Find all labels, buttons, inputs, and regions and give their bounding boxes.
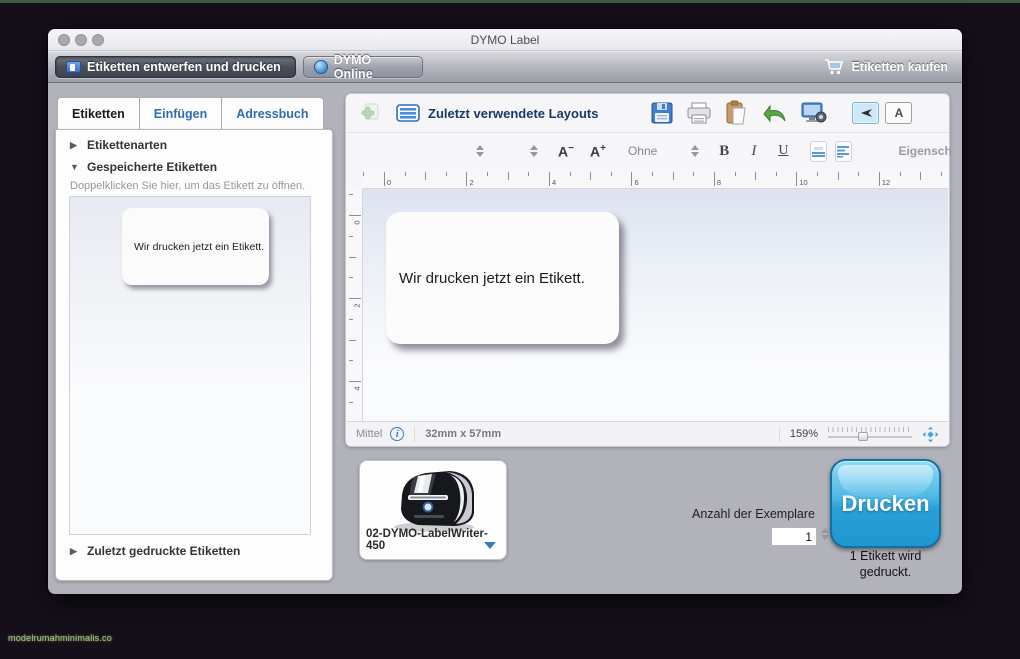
select-tool-button[interactable] bbox=[852, 102, 879, 124]
ruler-number: 12 bbox=[882, 178, 890, 187]
ruler-number: 4 bbox=[353, 386, 362, 390]
copies-stepper[interactable] bbox=[821, 528, 829, 540]
ruler-number: 4 bbox=[552, 178, 556, 187]
window-content: Etiketten Einfügen Adressbuch ▶ Etikette… bbox=[48, 83, 962, 594]
chevron-right-icon: ▶ bbox=[70, 546, 79, 557]
dymo-online-label: DYMO Online bbox=[334, 53, 412, 81]
ruler-number: 2 bbox=[353, 303, 362, 307]
tab-einfuegen[interactable]: Einfügen bbox=[139, 97, 221, 130]
text-tool-label: A bbox=[895, 106, 904, 120]
font-size-stepper[interactable] bbox=[530, 145, 538, 157]
divider bbox=[779, 427, 780, 442]
slider-track bbox=[828, 436, 912, 438]
buy-labels-button[interactable]: Etiketten kaufen bbox=[818, 56, 954, 78]
save-icon[interactable] bbox=[650, 101, 674, 125]
label-types-label: Etikettenarten bbox=[87, 138, 167, 152]
tab-etiketten[interactable]: Etiketten bbox=[57, 97, 139, 130]
bold-button[interactable]: B bbox=[719, 143, 729, 160]
sidebar-panel: ▶ Etikettenarten ▼ Gespeicherte Etikette… bbox=[55, 129, 333, 581]
new-label-icon[interactable] bbox=[358, 101, 382, 125]
sidebar-tabs: Etiketten Einfügen Adressbuch bbox=[57, 97, 324, 130]
recent-labels-label: Zuletzt gedruckte Etiketten bbox=[87, 544, 240, 558]
print-button-label: Drucken bbox=[841, 491, 929, 517]
print-button[interactable]: Drucken bbox=[830, 459, 941, 548]
title-bar: DYMO Label bbox=[48, 29, 962, 51]
slider-ticks bbox=[828, 427, 912, 432]
design-print-label: Etiketten entwerfen und drucken bbox=[87, 60, 281, 74]
capture-icon[interactable] bbox=[800, 101, 828, 125]
properties-button[interactable]: Eigensch bbox=[898, 144, 951, 158]
tab-adressbuch[interactable]: Adressbuch bbox=[221, 97, 323, 130]
copies-input[interactable] bbox=[771, 527, 817, 546]
editor-icon-toolbar: Zuletzt verwendete Layouts bbox=[346, 94, 949, 132]
ruler-number: 0 bbox=[387, 178, 391, 187]
saved-label-thumbnail[interactable]: Wir drucken jetzt ein Etikett. bbox=[122, 208, 269, 285]
shopping-cart-icon bbox=[824, 59, 844, 75]
pan-tool-icon[interactable] bbox=[922, 426, 939, 443]
editor-panel: Zuletzt verwendete Layouts bbox=[345, 93, 950, 447]
label-text: Wir drucken jetzt ein Etikett. bbox=[399, 270, 585, 287]
format-toolbar: A− A+ Ohne B I U bbox=[346, 132, 949, 169]
printer-dropdown-icon[interactable] bbox=[484, 542, 496, 549]
saved-labels-label: Gespeicherte Etiketten bbox=[87, 160, 217, 174]
chevron-right-icon: ▶ bbox=[70, 140, 79, 151]
info-icon[interactable]: i bbox=[390, 427, 404, 441]
zoom-slider[interactable] bbox=[828, 427, 912, 441]
globe-icon bbox=[314, 60, 328, 74]
cursor-arrow-icon bbox=[858, 106, 874, 120]
design-canvas[interactable]: Wir drucken jetzt ein Etikett. bbox=[363, 189, 948, 421]
ruler-number: 8 bbox=[717, 178, 721, 187]
main-toolbar: Etiketten entwerfen und drucken DYMO Onl… bbox=[48, 51, 962, 83]
saved-label-text: Wir drucken jetzt ein Etikett. bbox=[134, 241, 264, 253]
printer-photo bbox=[384, 465, 484, 533]
align-left-icon bbox=[836, 145, 851, 158]
ruler-number: 0 bbox=[353, 220, 362, 224]
print-icon[interactable] bbox=[686, 101, 712, 125]
quality-label: Mittel bbox=[356, 428, 382, 440]
horizontal-ruler: 0 2 4 6 8 10 12 bbox=[363, 169, 948, 189]
window-title: DYMO Label bbox=[48, 33, 962, 47]
border-style-select[interactable]: Ohne bbox=[628, 144, 657, 158]
chevron-down-icon: ▼ bbox=[70, 162, 79, 172]
divider bbox=[414, 427, 415, 442]
text-tool-button[interactable]: A bbox=[885, 102, 912, 124]
label-icon bbox=[66, 61, 81, 73]
italic-button[interactable]: I bbox=[751, 143, 756, 160]
zoom-level: 159% bbox=[790, 428, 818, 440]
design-print-button[interactable]: Etiketten entwerfen und drucken bbox=[55, 56, 296, 78]
saved-labels-list: Wir drucken jetzt ein Etikett. bbox=[69, 196, 311, 535]
increase-font-button[interactable]: A+ bbox=[590, 143, 606, 160]
section-saved-labels[interactable]: ▼ Gespeicherte Etiketten bbox=[56, 152, 332, 174]
section-recent-labels[interactable]: ▶ Zuletzt gedruckte Etiketten bbox=[56, 544, 332, 558]
editor-status-bar: Mittel i 32mm x 57mm 159% bbox=[346, 421, 949, 446]
label-on-canvas[interactable]: Wir drucken jetzt ein Etikett. bbox=[386, 212, 619, 344]
watermark: modelrumahminimalis.co bbox=[8, 633, 112, 643]
buy-labels-label: Etiketten kaufen bbox=[851, 60, 948, 74]
layouts-icon[interactable] bbox=[396, 104, 420, 122]
vertical-align-button[interactable] bbox=[810, 141, 827, 162]
print-status: 1 Etikett wird gedruckt. bbox=[808, 549, 963, 580]
dymo-label-window: DYMO Label Etiketten entwerfen und druck… bbox=[48, 29, 962, 594]
section-label-types[interactable]: ▶ Etikettenarten bbox=[56, 130, 332, 152]
decrease-font-button[interactable]: A− bbox=[558, 143, 574, 160]
dymo-online-button[interactable]: DYMO Online bbox=[303, 56, 423, 78]
font-family-stepper[interactable] bbox=[476, 145, 484, 157]
open-label-hint: Doppelklicken Sie hier, um das Etikett z… bbox=[56, 174, 332, 192]
printer-selector[interactable]: 02-DYMO-LabelWriter-450 bbox=[359, 460, 507, 560]
undo-icon[interactable] bbox=[760, 102, 788, 124]
ruler-number: 6 bbox=[634, 178, 638, 187]
underline-button[interactable]: U bbox=[778, 143, 788, 159]
align-bottom-icon bbox=[811, 145, 826, 158]
label-size: 32mm x 57mm bbox=[425, 428, 501, 440]
copies-label: Anzahl der Exemplare bbox=[648, 507, 815, 521]
ruler-number: 10 bbox=[799, 178, 807, 187]
ruler-number: 2 bbox=[469, 178, 473, 187]
recent-layouts-button[interactable]: Zuletzt verwendete Layouts bbox=[428, 106, 598, 121]
paste-icon[interactable] bbox=[724, 100, 748, 126]
slider-thumb[interactable] bbox=[858, 432, 868, 441]
text-align-button[interactable] bbox=[835, 141, 852, 162]
vertical-ruler: 0 2 4 bbox=[347, 189, 363, 421]
border-style-stepper[interactable] bbox=[691, 145, 699, 157]
